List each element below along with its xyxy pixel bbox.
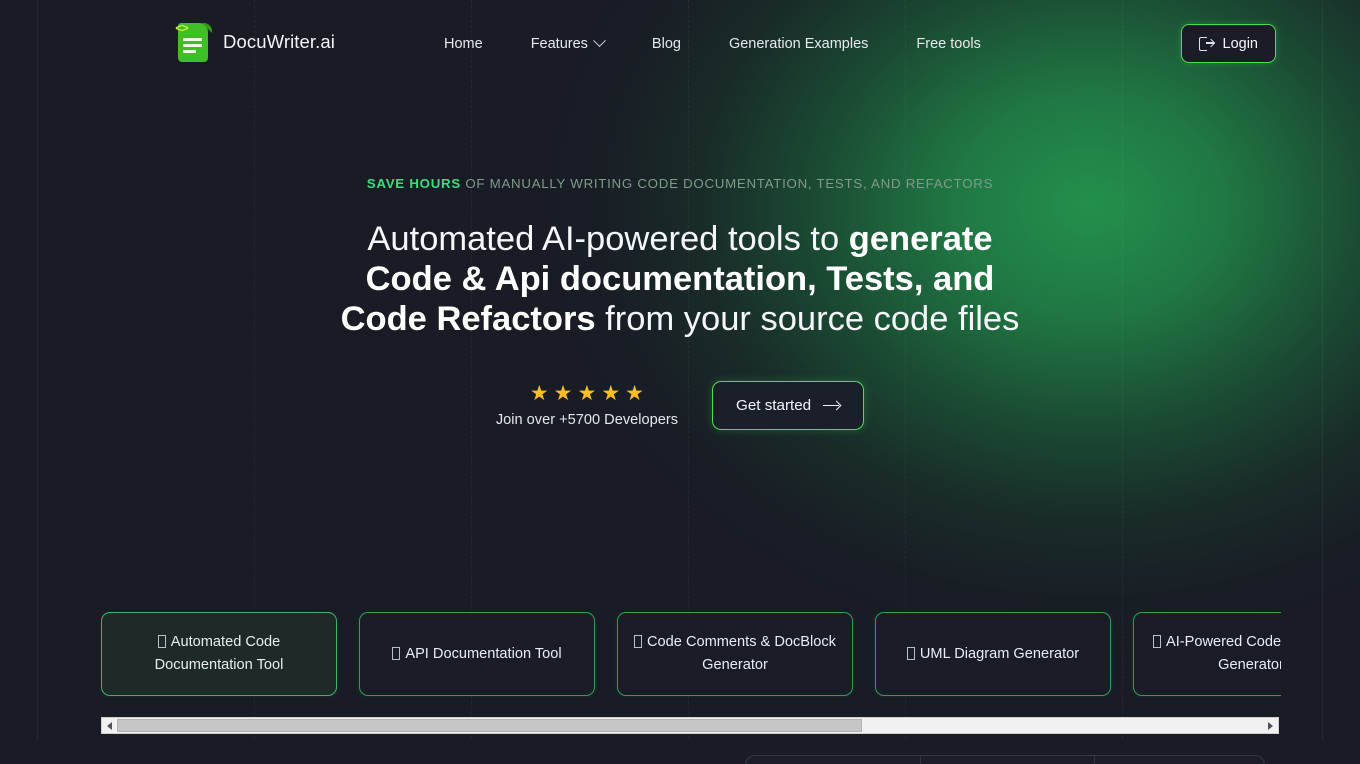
missing-glyph-icon: [1152, 635, 1161, 648]
nav-label-blog: Blog: [651, 35, 681, 52]
login-door-arrow-icon: [1198, 36, 1214, 51]
tool-chip-label: API Documentation Tool: [405, 645, 562, 662]
social-proof-rating: ★★★★★ Join over +5700 Developers: [496, 383, 678, 428]
nav-item-features[interactable]: Features: [530, 28, 606, 60]
nav-label-free-tools: Free tools: [916, 35, 981, 52]
site-header: <> DocuWriter.ai Home Features Blog Gene…: [0, 0, 1360, 87]
headline-line-4: source code files: [760, 300, 1020, 338]
tool-chip-label: Automated Code Documentation Tool: [154, 634, 284, 673]
get-started-label: Get started: [736, 397, 812, 414]
login-button-label: Login: [1222, 35, 1258, 52]
tool-chip-label: Code Comments & DocBlock Generator: [647, 634, 836, 673]
brand-logo-link[interactable]: <> DocuWriter.ai: [172, 21, 335, 63]
nav-label-features: Features: [530, 35, 588, 52]
login-button[interactable]: Login: [1180, 24, 1276, 63]
chevron-down-icon: [593, 34, 606, 48]
scrollbar-track[interactable]: [117, 718, 1263, 733]
rating-caption: Join over +5700 Developers: [495, 412, 678, 428]
star-rating-icon: ★★★★★: [529, 382, 649, 405]
nav-item-free-tools[interactable]: Free tools: [916, 28, 980, 60]
hero-section: SAVE HOURS OF MANUALLY WRITING CODE DOCU…: [0, 87, 1360, 430]
nav-item-home[interactable]: Home: [444, 28, 483, 60]
scrollbar-left-arrow-button[interactable]: [102, 718, 117, 733]
missing-glyph-icon: [392, 646, 401, 660]
tool-chip-automated-code-documentation[interactable]: Automated Code Documentation Tool: [101, 612, 337, 696]
triangle-right-icon: [1268, 721, 1273, 730]
page-root: <> DocuWriter.ai Home Features Blog Gene…: [0, 0, 1360, 764]
hero-eyebrow-strong: SAVE HOURS: [366, 176, 461, 191]
below-fold-panel-peek: [745, 755, 1265, 764]
main-navigation: Home Features Blog Generation Examples F…: [444, 0, 981, 87]
carousel-horizontal-scrollbar[interactable]: [101, 717, 1279, 734]
tool-chip-label: UML Diagram Generator: [919, 645, 1080, 662]
get-started-button[interactable]: Get started: [712, 381, 865, 430]
hero-cta-row: ★★★★★ Join over +5700 Developers Get sta…: [0, 381, 1360, 430]
tool-chip-ai-powered-test-suite[interactable]: AI-Powered Code Test Suite Generator: [1133, 612, 1281, 696]
tool-chip-api-documentation[interactable]: API Documentation Tool: [359, 612, 595, 696]
hero-eyebrow: SAVE HOURS OF MANUALLY WRITING CODE DOCU…: [0, 176, 1360, 191]
nav-item-generation-examples[interactable]: Generation Examples: [729, 28, 868, 60]
tool-chip-code-comments-docblock[interactable]: Code Comments & DocBlock Generator: [617, 612, 853, 696]
nav-label-generation-examples: Generation Examples: [728, 35, 869, 52]
brand-name: DocuWriter.ai: [223, 31, 335, 52]
triangle-left-icon: [107, 721, 112, 730]
headline-line-1: Automated AI-powered tools to: [367, 220, 840, 258]
missing-glyph-icon: [157, 635, 166, 648]
missing-glyph-icon: [634, 635, 642, 648]
scrollbar-right-arrow-button[interactable]: [1263, 718, 1278, 733]
hero-eyebrow-rest: OF MANUALLY WRITING CODE DOCUMENTATION, …: [460, 176, 994, 191]
tool-chip-carousel[interactable]: Automated Code Documentation Tool API Do…: [101, 612, 1281, 697]
nav-label-home: Home: [444, 35, 483, 52]
page-title: Automated AI-powered tools to generate C…: [320, 219, 1040, 339]
code-brackets-badge: <>: [175, 21, 188, 36]
tool-chip-uml-diagram[interactable]: UML Diagram Generator: [875, 612, 1111, 696]
tool-chip-label: AI-Powered Code Test Suite Generator: [1165, 634, 1281, 673]
nav-item-blog[interactable]: Blog: [652, 28, 681, 60]
document-code-icon: <>: [172, 21, 212, 63]
missing-glyph-icon: [906, 646, 915, 660]
headline-line-3-rest: from your: [595, 300, 751, 338]
scrollbar-thumb[interactable]: [117, 719, 862, 732]
arrow-right-icon: [823, 401, 840, 411]
